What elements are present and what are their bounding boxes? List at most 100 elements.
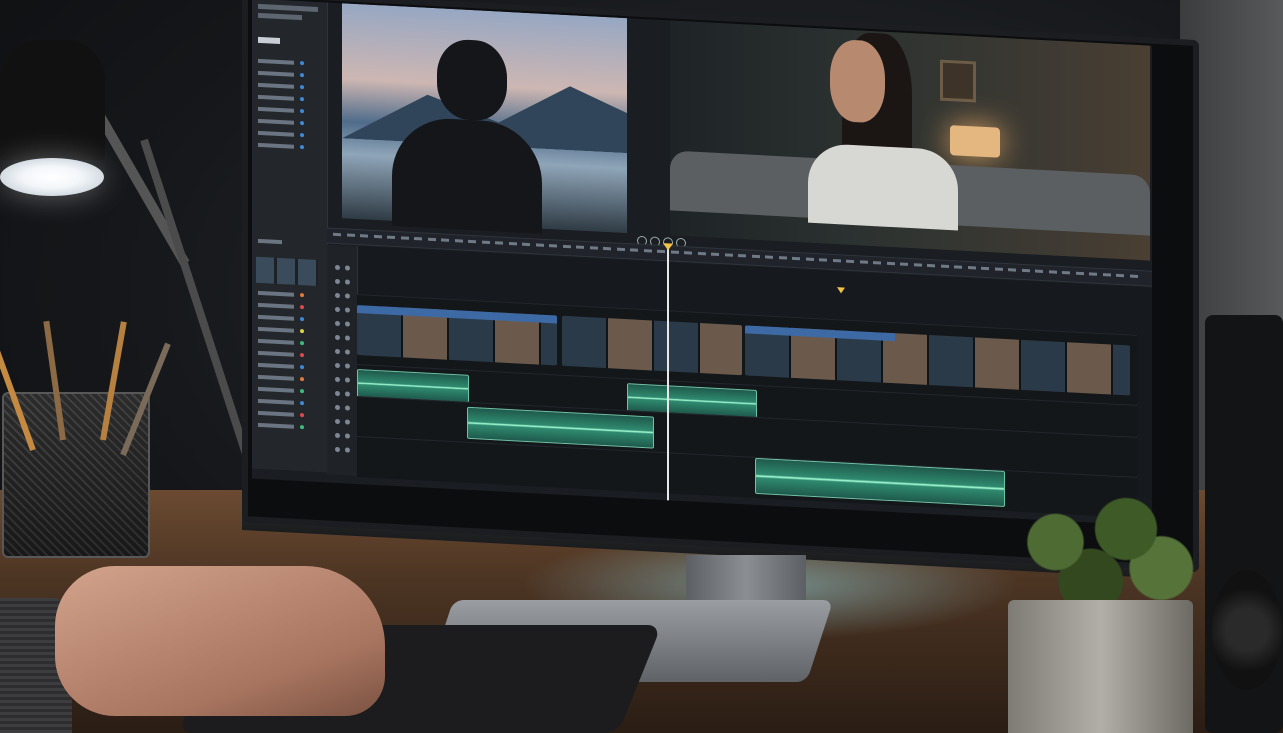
bin-row[interactable] [258,130,294,137]
ruler-tick [954,265,962,269]
effect-row[interactable] [258,350,294,357]
playhead-handle[interactable] [663,243,673,251]
effect-row[interactable] [258,410,294,417]
bin-row[interactable] [258,94,294,101]
effect-row[interactable] [258,290,294,297]
ruler-tick [1008,268,1016,272]
panel-title-bar [258,3,318,12]
track-toggle[interactable] [335,306,340,313]
track-toggle[interactable] [345,363,350,369]
ruler-tick [616,247,625,252]
ruler-tick [333,232,341,237]
video-clip[interactable] [562,315,742,376]
effect-color-dot [300,365,304,370]
ruler-tick [657,249,665,254]
ruler-tick [1089,272,1097,276]
ruler-tick [900,262,908,266]
bin-row[interactable] [258,82,294,89]
effect-row[interactable] [258,338,294,345]
bin-row[interactable] [258,70,294,77]
source-viewer[interactable] [342,3,627,234]
ruler-tick [1102,273,1111,277]
ruler-tick [751,254,760,259]
track-toggle[interactable] [335,320,340,327]
ruler-tick [576,245,584,249]
track-toggle[interactable] [335,348,340,355]
ruler-tick [1075,271,1084,276]
track-toggle[interactable] [345,265,350,271]
track-toggle[interactable] [345,307,350,313]
effect-color-dot [300,305,304,310]
track-toggle[interactable] [345,349,350,355]
effect-row[interactable] [258,326,294,333]
bin-row[interactable] [258,58,294,65]
ruler-tick [346,233,355,237]
video-clip[interactable] [745,325,1130,396]
bin-color-dot [300,97,304,102]
timeline-marker[interactable] [837,287,845,294]
ruler-tick [454,239,463,243]
track-toggle[interactable] [345,377,350,383]
effect-row[interactable] [258,362,294,369]
track-toggle[interactable] [335,432,340,439]
ruler-tick [765,255,773,259]
effect-row[interactable] [258,422,294,429]
effect-color-dot [300,425,304,430]
track-toggle[interactable] [335,264,340,271]
track-toggle[interactable] [335,404,340,411]
effect-row[interactable] [258,302,294,309]
track-toggle[interactable] [345,279,350,285]
program-viewer[interactable] [670,20,1150,261]
effect-row[interactable] [258,374,294,381]
ruler-tick [778,256,787,260]
thumbnail-strip[interactable] [256,256,318,286]
track-toggle[interactable] [345,335,350,341]
track-toggle[interactable] [335,278,340,285]
ruler-tick [670,250,679,254]
track-toggle[interactable] [335,376,340,383]
effect-row[interactable] [258,398,294,405]
bin-row[interactable] [258,142,294,149]
media-panel [252,0,328,473]
timeline[interactable] [327,244,1152,518]
ruler-tick [846,259,854,264]
track-toggle[interactable] [345,433,350,439]
track-toggle[interactable] [335,446,340,453]
track-toggle[interactable] [345,391,350,397]
effect-color-dot [300,401,304,406]
track-toggle[interactable] [345,321,350,327]
effect-color-dot [300,293,304,298]
ruler-tick [643,249,652,253]
bin-color-dot [300,145,304,150]
effect-row[interactable] [258,314,294,321]
effect-color-dot [300,389,304,394]
effect-row[interactable] [258,386,294,393]
ruler-tick [1129,274,1138,278]
woman-sweater [808,142,958,231]
ruler-tick [549,244,557,248]
ruler-tick [724,253,733,257]
bin-color-dot [300,133,304,138]
track-toggle[interactable] [345,419,350,425]
panel-tab[interactable] [258,36,280,44]
room-lamp [950,125,1000,158]
clip-header [745,325,895,342]
bin-row[interactable] [258,118,294,125]
plant-pot [1008,600,1193,733]
ruler-tick [589,246,598,250]
ruler-tick [468,239,476,244]
track-toggle[interactable] [345,447,350,453]
track-toggle[interactable] [335,390,340,397]
ruler-tick [630,248,638,252]
ruler-tick [940,264,949,269]
track-toggle[interactable] [335,292,340,299]
track-toggle[interactable] [335,334,340,341]
playhead[interactable] [667,245,669,516]
hand [55,566,385,716]
video-clip[interactable] [357,305,557,366]
bin-row[interactable] [258,106,294,113]
track-toggle[interactable] [345,293,350,299]
track-toggle[interactable] [335,362,340,369]
track-toggle[interactable] [335,418,340,425]
track-toggle[interactable] [345,405,350,411]
